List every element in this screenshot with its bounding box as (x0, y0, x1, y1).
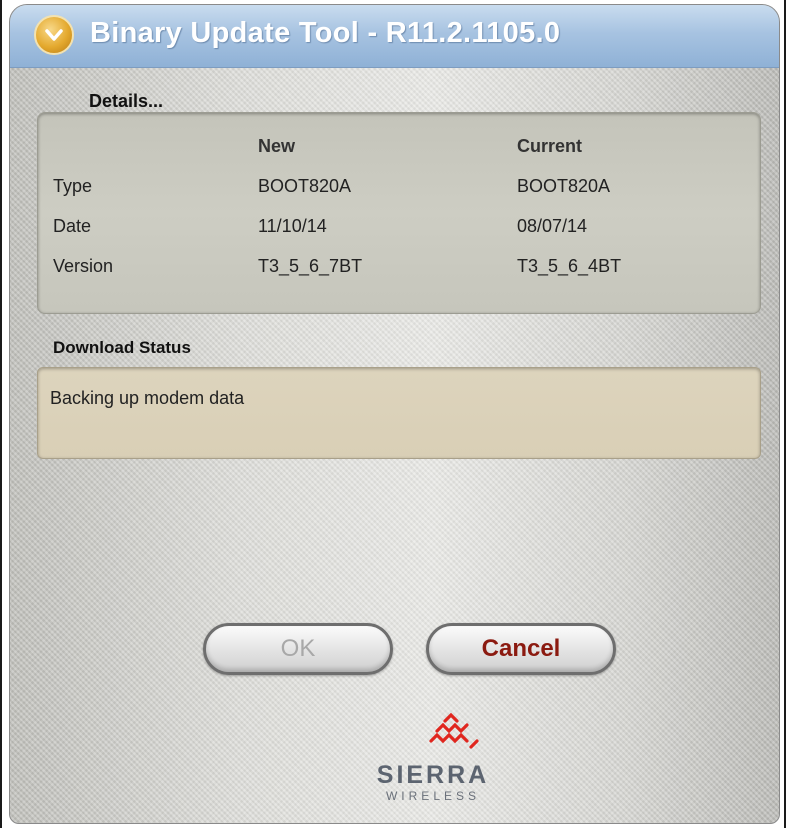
date-current-value: 08/07/14 (517, 216, 588, 236)
download-status-heading: Download Status (53, 338, 191, 357)
title-bar[interactable]: Binary Update Tool - R11.2.1105.0 (10, 5, 779, 68)
right-edge-line (784, 0, 786, 828)
row-label-date: Date (53, 216, 92, 236)
sierra-wireless-logo-icon (429, 712, 479, 749)
type-new-value: BOOT820A (258, 176, 352, 196)
left-edge-bar (0, 0, 2, 828)
cancel-button[interactable]: Cancel (426, 623, 616, 675)
column-header-new: New (258, 136, 296, 156)
logo-wordmark: SIERRA (376, 761, 490, 789)
column-header-current: Current (517, 136, 583, 156)
dialog-window: Binary Update Tool - R11.2.1105.0 Detail… (9, 4, 780, 824)
details-heading: Details... (89, 91, 164, 111)
version-current-value: T3_5_6_4BT (517, 256, 622, 276)
download-arrow-icon (34, 15, 74, 55)
download-status-message: Backing up modem data (50, 388, 245, 408)
download-status-panel: Backing up modem data (37, 367, 761, 459)
row-label-version: Version (53, 256, 114, 276)
row-label-type: Type (53, 176, 93, 196)
ok-button[interactable]: OK (203, 623, 393, 675)
type-current-value: BOOT820A (517, 176, 611, 196)
version-new-value: T3_5_6_7BT (258, 256, 363, 276)
details-panel: New Current Type BOOT820A BOOT820A Date … (37, 112, 761, 314)
date-new-value: 11/10/14 (258, 216, 327, 236)
logo-subtext: WIRELESS (385, 789, 480, 803)
window-title: Binary Update Tool - R11.2.1105.0 (90, 17, 561, 49)
